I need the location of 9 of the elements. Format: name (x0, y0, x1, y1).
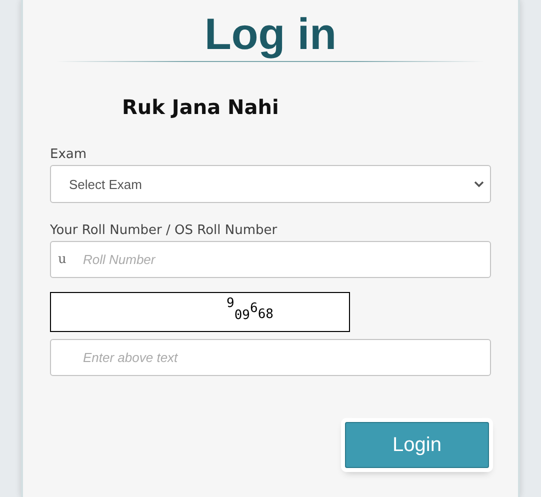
field-label: Exam (50, 147, 87, 163)
subtitle: Ruk Jana Nahi (122, 95, 279, 119)
page-title: Log in (204, 9, 338, 58)
field-label: Your Roll Number / OS Roll Number (50, 223, 278, 239)
captcha-answer-field[interactable]: Enter above text (50, 339, 491, 376)
user-icon: u (58, 253, 66, 267)
captcha-image: 909668 (50, 292, 350, 332)
chevron-down-icon (474, 180, 484, 188)
exam-select[interactable]: Select Exam (50, 165, 491, 203)
